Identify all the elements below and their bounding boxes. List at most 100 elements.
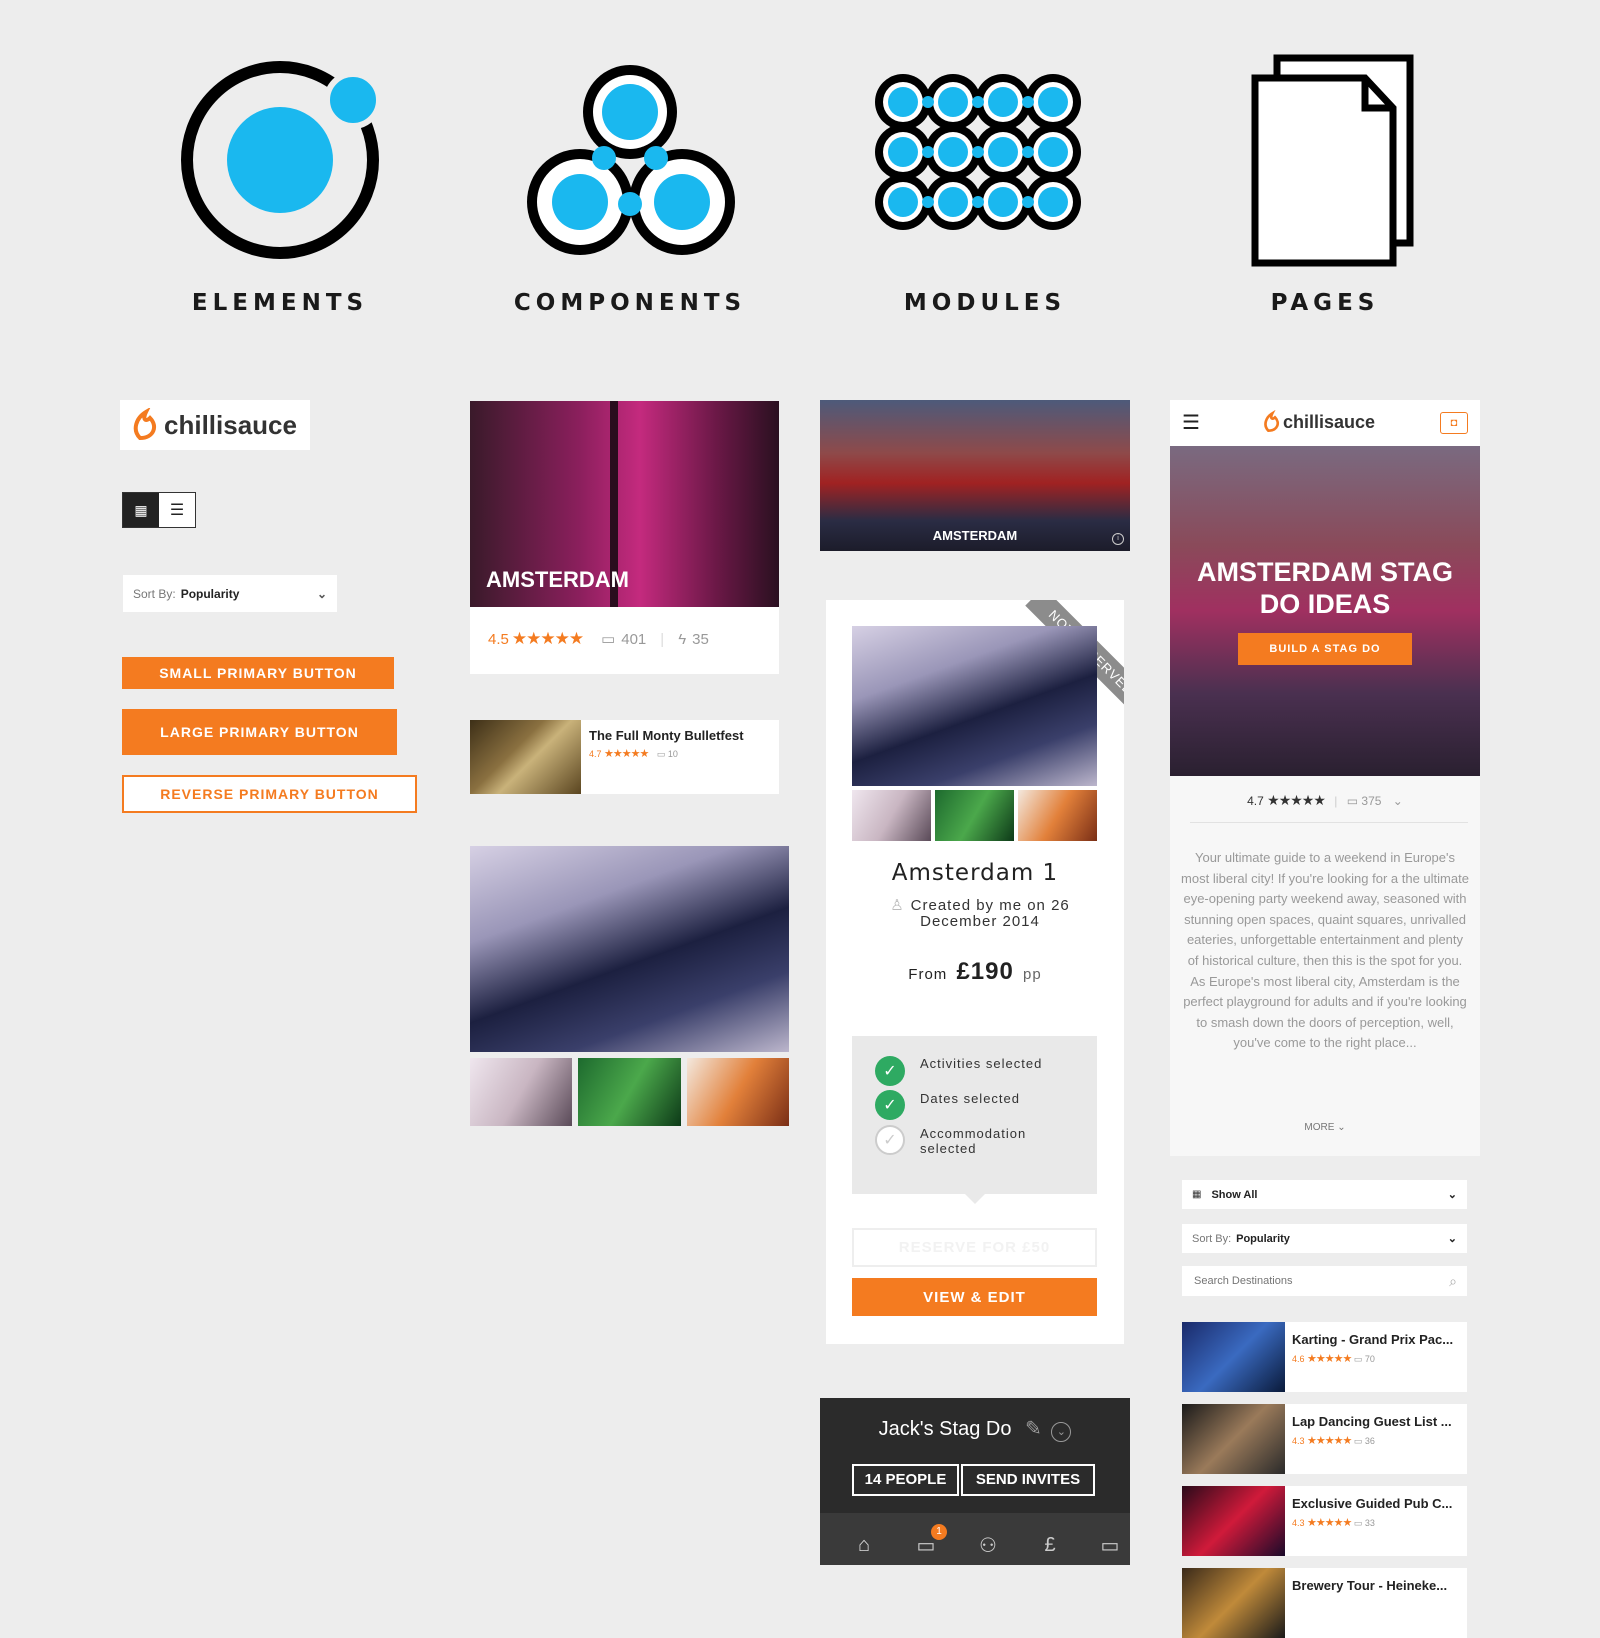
- rating-value: 4.6: [1292, 1354, 1305, 1364]
- chilli-logo-icon: [1264, 410, 1280, 433]
- search-icon[interactable]: ⌕: [1449, 1273, 1457, 1290]
- build-stag-button[interactable]: BUILD A STAG DO: [1238, 633, 1412, 665]
- activity-card-meta: 4.7 ★★★★★ ▭ 10: [589, 747, 678, 760]
- result-title: Lap Dancing Guest List ...: [1292, 1414, 1452, 1429]
- large-primary-button[interactable]: LARGE PRIMARY BUTTON: [122, 709, 397, 755]
- small-primary-button[interactable]: SMALL PRIMARY BUTTON: [122, 657, 394, 689]
- rating-value: 4.5: [488, 630, 509, 648]
- gallery-main-photo[interactable]: [470, 846, 789, 1052]
- search-input[interactable]: [1192, 1274, 1426, 1288]
- comment-count: 33: [1364, 1518, 1375, 1528]
- activity-card[interactable]: The Full Monty Bulletfest 4.7 ★★★★★ ▭ 10: [470, 720, 779, 794]
- result-card[interactable]: Lap Dancing Guest List ... 4.3 ★★★★★ ▭ 3…: [1182, 1404, 1467, 1474]
- grid-view-button[interactable]: ▦: [123, 493, 159, 527]
- hero-title: AMSTERDAM STAG DO IDEAS: [1197, 557, 1453, 619]
- price-value: £190: [956, 958, 1014, 985]
- comment-count: 70: [1364, 1354, 1375, 1364]
- chilli-logo-icon: [133, 408, 157, 441]
- city-banner[interactable]: AMSTERDAM i: [820, 400, 1130, 551]
- activity-card-title: The Full Monty Bulletfest: [589, 728, 744, 743]
- trip-created-text: Created by me on 26 December 2014: [910, 897, 1070, 930]
- home-icon[interactable]: ⌂: [834, 1530, 894, 1560]
- checklist-activities: Activities selected: [920, 1056, 1043, 1071]
- result-title: Karting - Grand Prix Pac...: [1292, 1332, 1454, 1347]
- logo-text: chillisauce: [164, 409, 297, 440]
- grid-icon: ▦: [134, 501, 148, 518]
- city-card[interactable]: AMSTERDAM 4.5 ★★★★★ ▭ 401 | ϟ 35: [470, 401, 779, 674]
- filter-select[interactable]: ▦ Show All ⌄: [1182, 1180, 1467, 1209]
- price-pp: pp: [1023, 966, 1042, 983]
- components-icon: [515, 50, 745, 270]
- stag-bar-title-row: Jack's Stag Do ✎ ⌄: [820, 1416, 1130, 1442]
- comment-icon: ▭: [601, 631, 616, 648]
- star-rating: ★★★★★: [1307, 1435, 1352, 1447]
- divider: |: [660, 630, 665, 648]
- rating-value: 4.7: [589, 749, 602, 759]
- view-edit-button[interactable]: VIEW & EDIT: [852, 1278, 1097, 1316]
- chevron-down-icon[interactable]: ⌄: [1393, 794, 1403, 808]
- gallery-thumb-3[interactable]: [687, 1058, 789, 1126]
- city-card-photo: AMSTERDAM: [470, 401, 779, 607]
- send-invites-button[interactable]: SEND INVITES: [961, 1464, 1095, 1496]
- search-field[interactable]: ⌕: [1182, 1266, 1467, 1296]
- people-icon[interactable]: ⚇: [958, 1530, 1018, 1560]
- rating-value: 4.3: [1292, 1436, 1305, 1446]
- stag-title: Jack's Stag Do: [878, 1418, 1012, 1440]
- list-view-button[interactable]: ☰: [159, 493, 195, 527]
- check-icon-activities: ✓: [875, 1056, 905, 1086]
- gallery-thumb-2[interactable]: [578, 1058, 681, 1126]
- user-icon: ♙: [890, 897, 905, 914]
- result-thumb: [1182, 1404, 1285, 1474]
- filter-value: Show All: [1211, 1188, 1258, 1201]
- chevron-down-icon: ⌄: [316, 586, 327, 601]
- comment-icon: ▭: [656, 749, 666, 759]
- trip-thumb-2: [935, 790, 1014, 841]
- result-meta: 4.3 ★★★★★ ▭ 33: [1292, 1516, 1375, 1529]
- rating-value: 4.3: [1292, 1518, 1305, 1528]
- chevron-down-icon: ⌄: [1337, 1122, 1346, 1133]
- divider: |: [1334, 794, 1338, 808]
- activity-count: 35: [692, 630, 709, 648]
- reverse-primary-button[interactable]: REVERSE PRIMARY BUTTON: [122, 775, 417, 813]
- more-link[interactable]: MORE ⌄: [1170, 1122, 1480, 1133]
- chevron-down-icon: ⌄: [1447, 1189, 1457, 1201]
- elements-icon: [165, 50, 395, 270]
- gallery-thumb-1[interactable]: [470, 1058, 572, 1126]
- result-title: Brewery Tour - Heineke...: [1292, 1578, 1448, 1593]
- pound-icon[interactable]: £: [1020, 1530, 1080, 1560]
- grid-icon: ▦: [1192, 1189, 1202, 1200]
- menu-icon[interactable]: ☰: [1182, 410, 1200, 435]
- info-icon[interactable]: i: [1112, 533, 1124, 545]
- city-card-meta: 4.5 ★★★★★ ▭ 401 | ϟ 35: [488, 629, 709, 649]
- chat-icon[interactable]: ▭: [1080, 1530, 1140, 1560]
- briefcase-icon[interactable]: ▭ 1: [896, 1524, 956, 1560]
- star-rating: ★★★★★: [1267, 792, 1326, 808]
- page-hero: AMSTERDAM STAG DO IDEAS BUILD A STAG DO: [1170, 446, 1480, 776]
- page-meta: 4.7 ★★★★★ | ▭ 375 ⌄: [1170, 792, 1480, 809]
- pencil-icon[interactable]: ✎: [1025, 1418, 1042, 1440]
- result-card[interactable]: Brewery Tour - Heineke...: [1182, 1568, 1467, 1638]
- reserve-button[interactable]: RESERVE FOR £50: [852, 1228, 1097, 1267]
- result-card[interactable]: Exclusive Guided Pub C... 4.3 ★★★★★ ▭ 33: [1182, 1486, 1467, 1556]
- modules-heading: MODULES: [903, 290, 1067, 316]
- chevron-down-icon[interactable]: ⌄: [1051, 1422, 1072, 1442]
- basket-icon[interactable]: ◘: [1440, 412, 1468, 434]
- sort-select[interactable]: Sort By: Popularity ⌄: [1182, 1224, 1467, 1253]
- people-button[interactable]: 14 PEOPLE: [852, 1464, 959, 1496]
- components-heading: COMPONENTS: [513, 290, 747, 316]
- page-description: Your ultimate guide to a weekend in Euro…: [1181, 850, 1469, 1051]
- header-logo: chillisauce: [1263, 410, 1375, 434]
- trip-created: ♙ Created by me on 26 December 2014: [871, 898, 1089, 930]
- city-banner-title: AMSTERDAM: [932, 528, 1018, 543]
- sort-value: Popularity: [1236, 1232, 1290, 1245]
- check-icon-dates: ✓: [875, 1090, 905, 1120]
- logo-text: chillisauce: [1283, 411, 1376, 432]
- brand-logo: chillisauce: [120, 400, 310, 450]
- lightning-icon: ϟ: [678, 630, 687, 648]
- price-from: From: [908, 966, 948, 983]
- sort-select[interactable]: Sort By: Popularity ⌄: [123, 575, 337, 612]
- sort-label: Sort By:: [1192, 1232, 1232, 1245]
- comment-count: 375: [1361, 794, 1382, 808]
- rating-value: 4.7: [1247, 794, 1264, 808]
- result-card[interactable]: Karting - Grand Prix Pac... 4.6 ★★★★★ ▭ …: [1182, 1322, 1467, 1392]
